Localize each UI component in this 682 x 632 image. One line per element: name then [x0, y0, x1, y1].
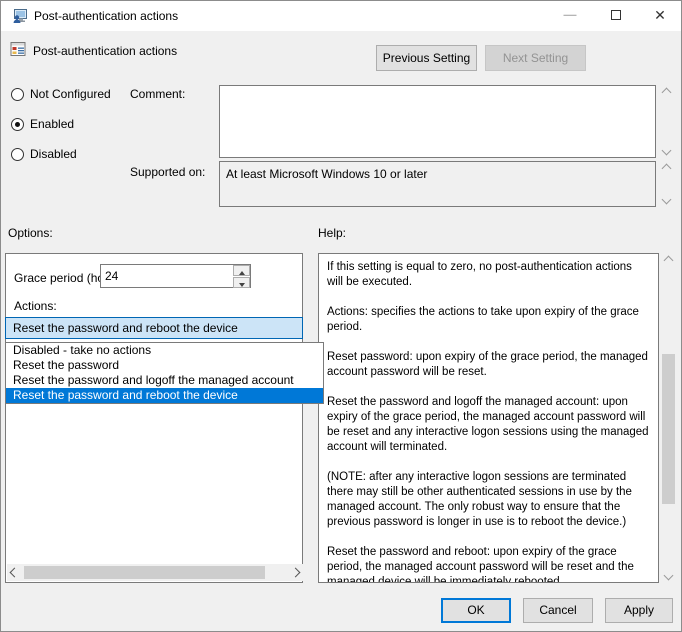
supported-on-value: At least Microsoft Windows 10 or later — [219, 161, 656, 207]
cancel-button[interactable]: Cancel — [523, 598, 593, 623]
next-setting-button[interactable]: Next Setting — [485, 45, 586, 71]
setting-title: Post-authentication actions — [33, 44, 177, 58]
scroll-up-icon[interactable] — [660, 253, 677, 268]
help-paragraph: Reset the password and reboot: upon expi… — [327, 545, 650, 583]
actions-label: Actions: — [14, 299, 57, 313]
policy-setting-icon — [10, 41, 26, 57]
radio-label: Not Configured — [30, 87, 111, 101]
ok-button[interactable]: OK — [441, 598, 511, 623]
radio-icon — [11, 88, 24, 101]
supported-scrollbar — [658, 161, 675, 207]
previous-setting-button[interactable]: Previous Setting — [376, 45, 477, 71]
dropdown-item[interactable]: Disabled - take no actions — [6, 343, 323, 358]
comment-label: Comment: — [130, 87, 185, 101]
scroll-down-icon[interactable] — [660, 568, 677, 583]
radio-disabled[interactable]: Disabled — [11, 147, 77, 161]
dropdown-item[interactable]: Reset the password and logoff the manage… — [6, 373, 323, 388]
app-icon — [12, 8, 28, 24]
close-button[interactable]: ✕ — [643, 1, 677, 29]
title-bar: Post-authentication actions — ✕ — [1, 1, 681, 31]
maximize-icon — [611, 10, 621, 20]
policy-setting-dialog: Post-authentication actions — ✕ Post-aut… — [0, 0, 682, 632]
help-paragraph: Reset the password and logoff the manage… — [327, 395, 650, 455]
scroll-up-icon[interactable] — [658, 85, 675, 100]
options-horizontal-scrollbar[interactable] — [7, 564, 303, 581]
help-scrollbar[interactable] — [660, 253, 677, 583]
grace-period-stepper[interactable] — [233, 265, 250, 288]
scroll-down-icon — [658, 192, 675, 207]
scroll-right-icon[interactable] — [288, 564, 303, 581]
options-panel: Grace period (hours): Actions: — [5, 253, 303, 583]
radio-label: Disabled — [30, 147, 77, 161]
window-title: Post-authentication actions — [34, 9, 178, 23]
comment-input[interactable] — [219, 85, 656, 158]
radio-icon — [11, 148, 24, 161]
scrollbar-thumb[interactable] — [662, 354, 675, 504]
scroll-left-icon[interactable] — [7, 564, 22, 581]
radio-enabled[interactable]: Enabled — [11, 117, 74, 131]
help-paragraph: Reset password: upon expiry of the grace… — [327, 350, 650, 380]
scrollbar-thumb[interactable] — [24, 566, 265, 579]
dropdown-item[interactable]: Reset the password — [6, 358, 323, 373]
help-paragraph: (NOTE: after any interactive logon sessi… — [327, 470, 650, 530]
supported-on-label: Supported on: — [130, 165, 205, 179]
help-label: Help: — [318, 226, 346, 240]
options-label: Options: — [8, 226, 53, 240]
maximize-button[interactable] — [599, 1, 633, 29]
radio-label: Enabled — [30, 117, 74, 131]
help-paragraph: If this setting is equal to zero, no pos… — [327, 260, 650, 290]
spin-up-icon[interactable] — [233, 265, 250, 276]
help-text-panel: If this setting is equal to zero, no pos… — [318, 253, 659, 583]
spin-down-icon[interactable] — [233, 277, 250, 288]
radio-not-configured[interactable]: Not Configured — [11, 87, 111, 101]
grace-period-input[interactable] — [100, 264, 251, 288]
scroll-up-icon — [658, 161, 675, 176]
help-paragraph: Actions: specifies the actions to take u… — [327, 305, 650, 335]
minimize-button[interactable]: — — [553, 1, 587, 29]
comment-scrollbar[interactable] — [658, 85, 675, 158]
actions-combobox[interactable]: Reset the password and reboot the device — [5, 317, 303, 339]
radio-icon — [11, 118, 24, 131]
scroll-down-icon[interactable] — [658, 143, 675, 158]
dropdown-item[interactable]: Reset the password and reboot the device — [6, 388, 323, 403]
actions-dropdown-list: Disabled - take no actions Reset the pas… — [5, 342, 324, 404]
apply-button[interactable]: Apply — [605, 598, 673, 623]
